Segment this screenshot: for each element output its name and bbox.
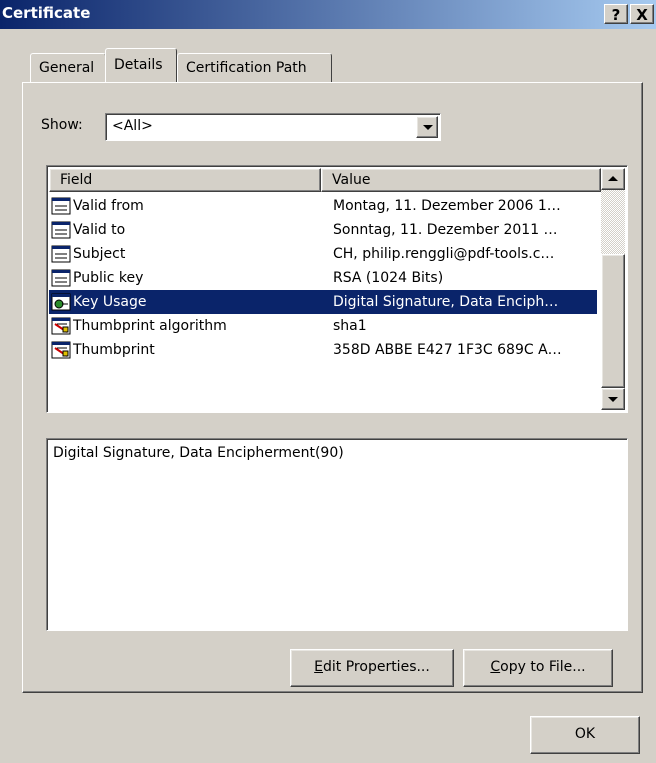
table-row[interactable]: Valid to Sonntag, 11. Dezember 2011 … [49, 218, 597, 242]
chevron-up-icon [608, 176, 618, 181]
table-row[interactable]: Thumbprint algorithm sha1 [49, 314, 597, 338]
close-button[interactable]: X [630, 4, 654, 24]
field-value-textbox[interactable]: Digital Signature, Data Encipherment(90) [46, 438, 628, 631]
help-button[interactable]: ? [604, 4, 628, 24]
table-row[interactable]: Public key RSA (1024 Bits) [49, 266, 597, 290]
row-field-name: Public key [73, 270, 144, 286]
row-field-name: Valid to [73, 222, 126, 238]
scroll-up-button[interactable] [601, 168, 625, 190]
row-field-value: 358D ABBE E427 1F3C 689C A… [333, 342, 562, 358]
field-icon [51, 244, 71, 264]
tab-certification-path[interactable]: Certification Path [177, 53, 332, 82]
table-row[interactable]: Thumbprint 358D ABBE E427 1F3C 689C A… [49, 338, 597, 362]
column-header-value[interactable]: Value [321, 168, 601, 192]
row-field-name: Key Usage [73, 294, 147, 310]
field-icon [51, 196, 71, 216]
row-field-value: Montag, 11. Dezember 2006 1… [333, 198, 561, 214]
row-field-name: Subject [73, 246, 126, 262]
field-value-text: Digital Signature, Data Encipherment(90) [53, 445, 344, 461]
row-field-value: CH, philip.renggli@pdf-tools.c… [333, 246, 555, 262]
show-dropdown[interactable]: <All> [105, 113, 441, 141]
vertical-scrollbar[interactable] [601, 168, 625, 410]
table-row[interactable]: Subject CH, philip.renggli@pdf-tools.c… [49, 242, 597, 266]
property-icon [51, 340, 71, 360]
property-icon [51, 316, 71, 336]
certificate-dialog: Certificate ? X General Details Certific… [0, 0, 656, 763]
window-title: Certificate [2, 4, 91, 22]
extension-icon [51, 292, 71, 312]
fields-list: Field Value Valid from Montag, 11. Dezemb… [46, 165, 628, 413]
edit-properties-label: dit Properties... [323, 659, 430, 675]
row-field-name: Valid from [73, 198, 144, 214]
copy-to-file-button[interactable]: Copy to File... [463, 649, 613, 687]
row-field-name: Thumbprint [73, 342, 155, 358]
scroll-thumb[interactable] [601, 254, 625, 388]
field-icon [51, 268, 71, 288]
edit-properties-button[interactable]: Edit Properties... [290, 649, 454, 687]
row-field-name: Thumbprint algorithm [73, 318, 227, 334]
edit-properties-accel: E [314, 659, 324, 675]
show-label: Show: [41, 117, 83, 133]
copy-to-file-accel: C [490, 659, 501, 675]
chevron-down-icon [423, 125, 433, 130]
title-bar: Certificate ? X [0, 0, 656, 29]
row-field-value: sha1 [333, 318, 367, 334]
ok-button[interactable]: OK [530, 716, 640, 754]
tab-general[interactable]: General [30, 53, 106, 82]
row-field-value: RSA (1024 Bits) [333, 270, 444, 286]
table-row[interactable]: Key Usage Digital Signature, Data Enciph… [49, 290, 597, 314]
row-field-value: Sonntag, 11. Dezember 2011 … [333, 222, 558, 238]
column-header-field[interactable]: Field [49, 168, 321, 192]
scroll-down-button[interactable] [601, 388, 625, 410]
copy-to-file-label: opy to File... [500, 659, 586, 675]
show-dropdown-value: <All> [112, 118, 153, 134]
tab-details[interactable]: Details [105, 48, 177, 82]
row-field-value: Digital Signature, Data Enciph… [333, 294, 559, 310]
table-row[interactable]: Valid from Montag, 11. Dezember 2006 1… [49, 194, 597, 218]
chevron-down-icon [608, 397, 618, 402]
field-icon [51, 220, 71, 240]
details-panel: Show: <All> Field Value Valid from Montag… [22, 82, 643, 693]
dropdown-arrow-button[interactable] [416, 116, 438, 138]
